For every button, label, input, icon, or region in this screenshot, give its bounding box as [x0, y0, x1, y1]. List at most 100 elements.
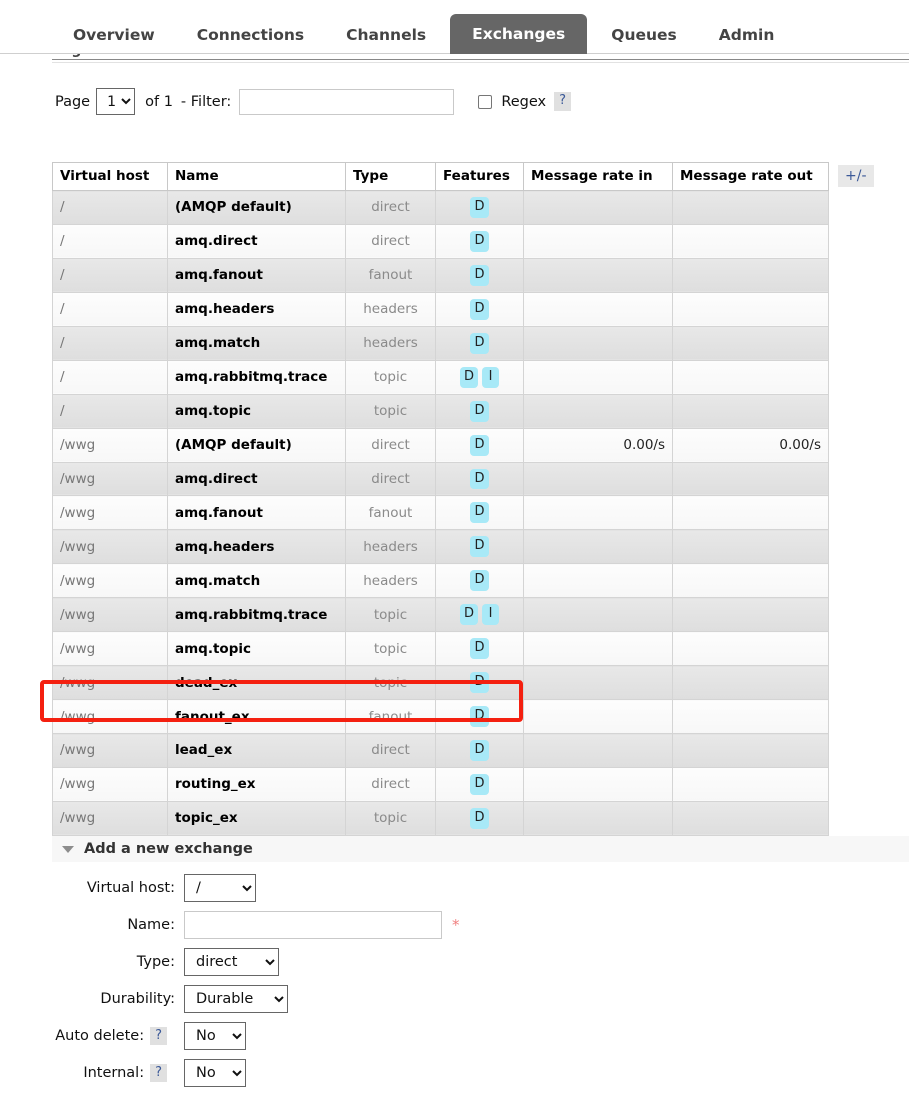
column-header-virtual-host[interactable]: Virtual host: [52, 162, 168, 191]
feature-badge-d[interactable]: D: [459, 366, 478, 388]
cell-message-rate-out: [672, 529, 829, 565]
cell-exchange-name[interactable]: amq.headers: [167, 291, 346, 327]
feature-badge-d[interactable]: D: [470, 638, 489, 660]
table-row[interactable]: /wwg amq.headers headers D: [52, 529, 829, 565]
table-row[interactable]: / amq.rabbitmq.trace topic D I: [52, 359, 829, 395]
cell-features: D: [435, 631, 524, 667]
regex-checkbox[interactable]: [478, 94, 493, 109]
cell-virtual-host: /wwg: [52, 733, 168, 768]
table-row[interactable]: /wwg amq.rabbitmq.trace topic D I: [52, 597, 829, 633]
feature-badge-d[interactable]: D: [470, 570, 489, 592]
table-row[interactable]: / amq.topic topic D: [52, 393, 829, 429]
feature-badge-d[interactable]: D: [470, 807, 489, 829]
feature-badge-d[interactable]: D: [470, 706, 489, 727]
regex-help-icon[interactable]: ?: [554, 92, 572, 111]
cell-message-rate-out: [672, 597, 829, 633]
feature-badge-d[interactable]: D: [470, 400, 489, 422]
table-row[interactable]: /wwg amq.topic topic D: [52, 631, 829, 667]
cell-exchange-name[interactable]: amq.direct: [167, 461, 346, 497]
filter-input[interactable]: [239, 88, 455, 115]
nav-tab-admin[interactable]: Admin: [701, 18, 793, 55]
column-header-type[interactable]: Type: [345, 162, 436, 191]
cell-exchange-name[interactable]: amq.rabbitmq.trace: [167, 359, 346, 395]
auto-delete-help-icon[interactable]: ?: [150, 1026, 167, 1046]
page-number-select[interactable]: 1: [96, 88, 136, 115]
cell-exchange-name[interactable]: lead_ex: [167, 733, 346, 768]
toggle-columns-button[interactable]: +/-: [838, 165, 874, 188]
durability-select[interactable]: Durable: [184, 985, 288, 1013]
exchange-type-select[interactable]: direct: [184, 948, 279, 976]
feature-badge-d[interactable]: D: [470, 536, 489, 558]
feature-badge-d[interactable]: D: [470, 264, 489, 286]
feature-badge-d[interactable]: D: [470, 773, 489, 795]
cell-virtual-host: /wwg: [52, 699, 168, 734]
internal-select[interactable]: No: [184, 1059, 246, 1087]
cell-message-rate-in: [523, 190, 673, 225]
feature-badge-d[interactable]: D: [459, 604, 478, 626]
table-row[interactable]: / (AMQP default) direct D: [52, 190, 829, 225]
cell-message-rate-in: [523, 563, 673, 599]
cell-exchange-type: fanout: [345, 257, 436, 293]
table-row[interactable]: / amq.direct direct D: [52, 223, 829, 259]
table-row[interactable]: / amq.headers headers D: [52, 291, 829, 327]
feature-badge-d[interactable]: D: [470, 230, 489, 252]
column-header-name[interactable]: Name: [167, 162, 346, 191]
table-row[interactable]: /wwg amq.fanout fanout D: [52, 495, 829, 531]
table-row[interactable]: /wwg amq.match headers D: [52, 563, 829, 599]
virtual-host-select[interactable]: /: [184, 874, 256, 902]
auto-delete-select[interactable]: No: [184, 1022, 246, 1050]
cell-exchange-type: headers: [345, 325, 436, 361]
nav-tab-queues[interactable]: Queues: [593, 18, 695, 55]
cell-exchange-name[interactable]: (AMQP default): [167, 190, 346, 225]
feature-badge-i[interactable]: I: [482, 604, 499, 626]
cell-features: D: [435, 393, 524, 429]
feature-badge-d[interactable]: D: [470, 332, 489, 354]
table-row[interactable]: /wwg topic_ex topic D: [52, 800, 829, 836]
exchange-name-input[interactable]: [184, 911, 442, 939]
feature-badge-d[interactable]: D: [470, 672, 489, 694]
cell-exchange-name[interactable]: amq.fanout: [167, 257, 346, 293]
feature-badge-d[interactable]: D: [470, 434, 489, 456]
cell-exchange-name[interactable]: (AMQP default): [167, 427, 346, 463]
feature-badge-d[interactable]: D: [470, 740, 489, 761]
table-row[interactable]: / amq.match headers D: [52, 325, 829, 361]
internal-label-group: Internal: ?: [52, 1063, 184, 1083]
table-row[interactable]: /wwg (AMQP default) direct D 0.00/s 0.00/s: [52, 427, 829, 463]
cell-exchange-name[interactable]: amq.match: [167, 563, 346, 599]
column-header-message-rate-in[interactable]: Message rate in: [523, 162, 673, 191]
cell-exchange-name[interactable]: amq.topic: [167, 393, 346, 429]
cell-exchange-name[interactable]: fanout_ex: [167, 699, 346, 734]
table-row[interactable]: /wwg amq.direct direct D: [52, 461, 829, 497]
cell-exchange-name[interactable]: amq.match: [167, 325, 346, 361]
cell-exchange-name[interactable]: amq.direct: [167, 223, 346, 259]
feature-badge-d[interactable]: D: [470, 502, 489, 524]
nav-tab-exchanges[interactable]: Exchanges: [450, 13, 588, 54]
table-row[interactable]: / amq.fanout fanout D: [52, 257, 829, 293]
cell-exchange-name[interactable]: amq.rabbitmq.trace: [167, 597, 346, 633]
cell-message-rate-out: [672, 257, 829, 293]
table-row[interactable]: /wwg lead_ex direct D: [52, 733, 829, 768]
cell-exchange-name[interactable]: dead_ex: [167, 665, 346, 701]
internal-help-icon[interactable]: ?: [150, 1063, 167, 1083]
table-row[interactable]: /wwg dead_ex topic D: [52, 665, 829, 701]
column-header-message-rate-out[interactable]: Message rate out: [672, 162, 829, 191]
cell-exchange-name[interactable]: amq.fanout: [167, 495, 346, 531]
cell-message-rate-in: [523, 631, 673, 667]
cell-exchange-name[interactable]: amq.headers: [167, 529, 346, 565]
nav-tab-overview[interactable]: Overview: [55, 18, 173, 55]
nav-tab-connections[interactable]: Connections: [179, 18, 322, 55]
table-row[interactable]: /wwg routing_ex direct D: [52, 766, 829, 802]
feature-badge-d[interactable]: D: [470, 298, 489, 320]
cell-exchange-name[interactable]: topic_ex: [167, 800, 346, 836]
feature-badge-d[interactable]: D: [470, 468, 489, 490]
cell-exchange-name[interactable]: amq.topic: [167, 631, 346, 667]
feature-badge-d[interactable]: D: [470, 197, 489, 218]
nav-tab-channels[interactable]: Channels: [328, 18, 444, 55]
cell-exchange-name[interactable]: routing_ex: [167, 766, 346, 802]
table-row[interactable]: /wwg fanout_ex fanout D: [52, 699, 829, 734]
feature-badge-i[interactable]: I: [482, 366, 499, 388]
collapse-triangle-icon[interactable]: [62, 845, 74, 853]
cell-message-rate-in: [523, 800, 673, 836]
add-exchange-section-header[interactable]: Add a new exchange: [52, 836, 909, 862]
column-header-features[interactable]: Features: [435, 162, 524, 191]
